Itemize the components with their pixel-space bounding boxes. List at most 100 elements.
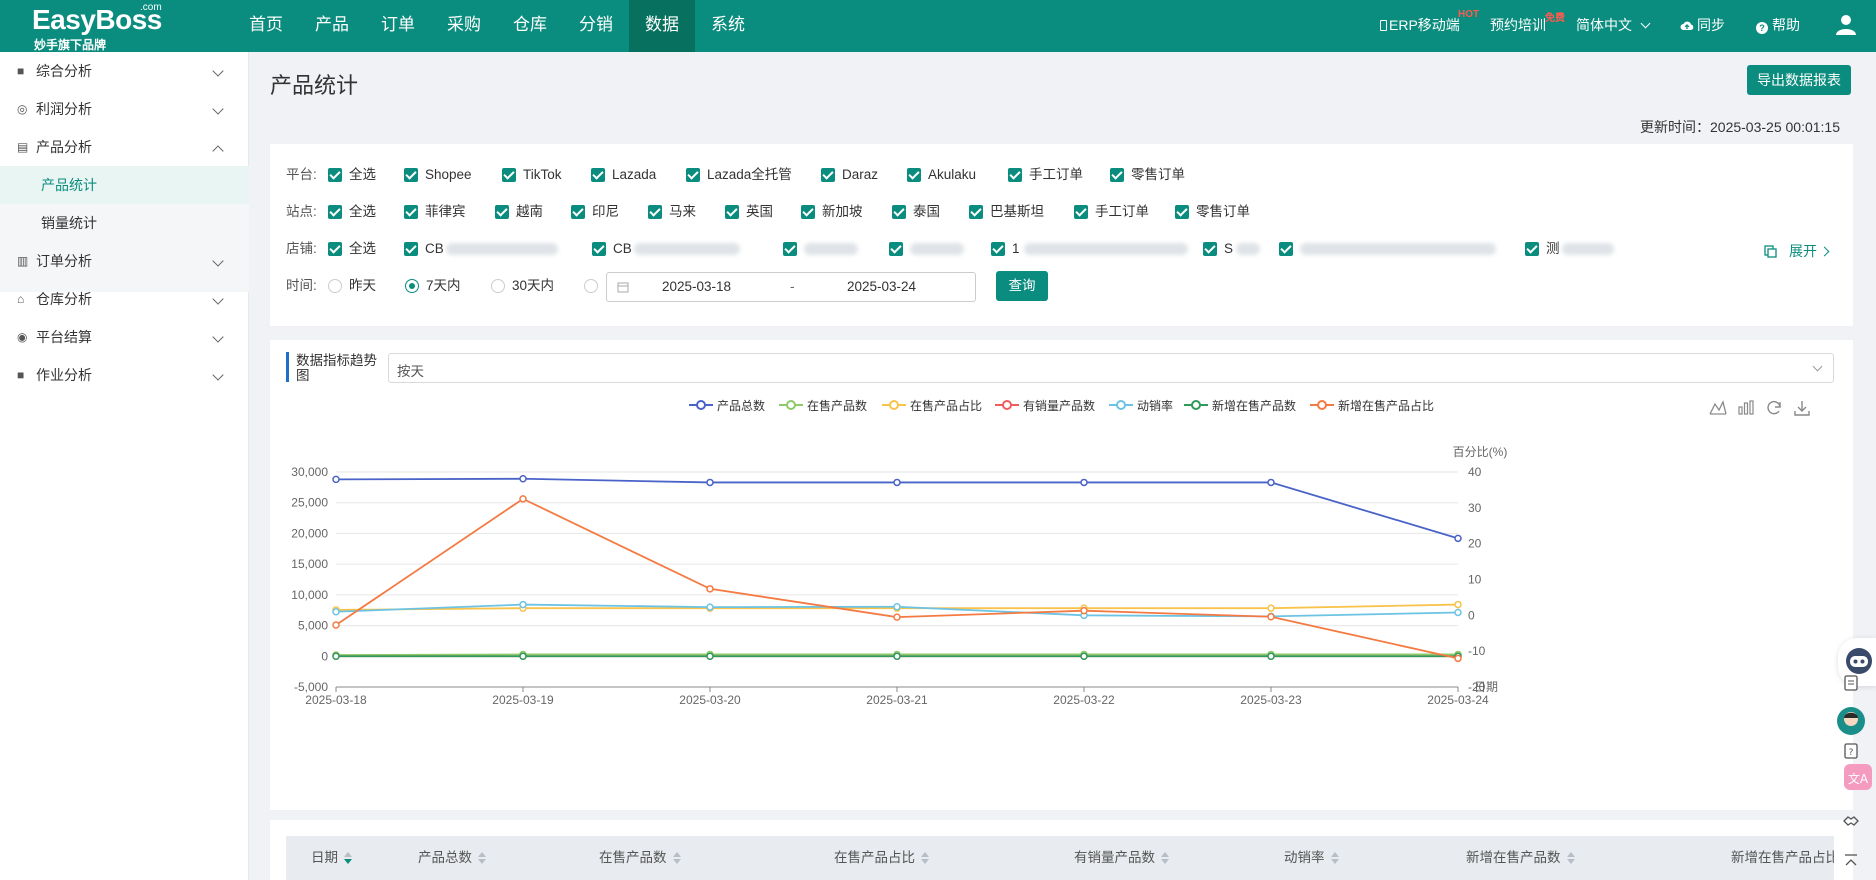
store-checkbox[interactable] xyxy=(889,242,903,256)
platform-checkbox-lazada-full[interactable] xyxy=(686,168,700,182)
store-checkbox-all[interactable] xyxy=(328,242,342,256)
note-icon[interactable] xyxy=(1842,674,1860,692)
column-header-onsale-ratio[interactable]: 在售产品占比 xyxy=(834,846,929,866)
store-checkbox[interactable] xyxy=(783,242,797,256)
store-checkbox[interactable] xyxy=(991,242,1005,256)
sort-icon[interactable] xyxy=(1161,852,1169,865)
customer-service-avatar-icon[interactable] xyxy=(1836,706,1866,736)
site-checkbox-manual[interactable] xyxy=(1074,205,1088,219)
nav-order[interactable]: 订单 xyxy=(365,0,431,52)
date-range-picker[interactable]: 2025-03-18 - 2025-03-24 xyxy=(606,272,976,302)
column-header-label: 新增在售产品数 xyxy=(1466,850,1561,865)
store-checkbox[interactable] xyxy=(592,242,606,256)
column-header-sell-through[interactable]: 动销率 xyxy=(1284,846,1339,866)
column-header-total[interactable]: 产品总数 xyxy=(418,846,486,866)
sidebar-item-profit[interactable]: ◎ 利润分析 xyxy=(0,90,249,128)
export-report-button[interactable]: 导出数据报表 xyxy=(1747,65,1851,95)
nav-warehouse[interactable]: 仓库 xyxy=(497,0,563,52)
column-header-new-onsale[interactable]: 新增在售产品数 xyxy=(1466,846,1575,866)
site-checkbox-my[interactable] xyxy=(648,205,662,219)
y-tick-label: 25,000 xyxy=(291,496,328,510)
sidebar-item-warehouse[interactable]: ⌂ 仓库分析 xyxy=(0,280,249,318)
column-header-date[interactable]: 日期 xyxy=(311,846,352,866)
store-checkbox[interactable] xyxy=(1279,242,1293,256)
platform-checkbox-shopee[interactable] xyxy=(404,168,418,182)
translate-icon[interactable]: 文A xyxy=(1842,760,1876,794)
site-checkbox-retail[interactable] xyxy=(1175,205,1189,219)
platform-checkbox-all[interactable] xyxy=(328,168,342,182)
nav-system[interactable]: 系统 xyxy=(695,0,761,52)
download-icon[interactable] xyxy=(1792,398,1812,418)
store-checkbox[interactable] xyxy=(1203,242,1217,256)
nav-product[interactable]: 产品 xyxy=(299,0,365,52)
time-radio-custom[interactable] xyxy=(584,279,598,293)
sidebar-item-operation[interactable]: ■ 作业分析 xyxy=(0,356,249,394)
language-select[interactable]: 简体中文 xyxy=(1576,15,1651,35)
refresh-icon[interactable] xyxy=(1764,398,1784,418)
y-tick-label: 0 xyxy=(321,649,328,663)
site-checkbox-vn[interactable] xyxy=(495,205,509,219)
site-option-label: 手工订单 xyxy=(1095,204,1149,219)
y2-tick-label: -10 xyxy=(1468,644,1486,658)
nav-data[interactable]: 数据 xyxy=(629,0,695,52)
column-header-with-sales[interactable]: 有销量产品数 xyxy=(1074,846,1169,866)
sort-icon[interactable] xyxy=(921,852,929,865)
help-button[interactable]: ? 帮助 xyxy=(1756,15,1800,35)
sync-button[interactable]: 同步 xyxy=(1680,15,1725,35)
erp-mobile-link[interactable]: ERP移动端 xyxy=(1380,15,1460,35)
column-header-label: 动销率 xyxy=(1284,850,1325,865)
date-end[interactable]: 2025-03-24 xyxy=(847,279,916,294)
user-avatar-icon[interactable] xyxy=(1835,13,1857,35)
nav-home[interactable]: 首页 xyxy=(233,0,299,52)
date-start[interactable]: 2025-03-18 xyxy=(662,279,731,294)
x-tick-label: 2025-03-18 xyxy=(305,693,367,707)
platform-checkbox-lazada[interactable] xyxy=(591,168,605,182)
sort-icon[interactable] xyxy=(1566,852,1575,865)
time-radio-yesterday[interactable] xyxy=(328,279,342,293)
question-doc-icon[interactable]: ? xyxy=(1842,742,1860,760)
sidebar-item-settlement[interactable]: ◉ 平台结算 xyxy=(0,318,249,356)
platform-checkbox-tiktok[interactable] xyxy=(502,168,516,182)
easyboss-logo[interactable]: EasyBoss .com 妙手旗下品牌 xyxy=(32,2,182,52)
site-checkbox-all[interactable] xyxy=(328,205,342,219)
sidebar-item-overview[interactable]: ■ 综合分析 xyxy=(0,52,249,90)
store-checkbox[interactable] xyxy=(404,242,418,256)
y-tick-label: -5,000 xyxy=(294,680,328,694)
line-chart-icon[interactable] xyxy=(1708,398,1728,418)
sort-icon[interactable] xyxy=(478,852,486,865)
sidebar-subitem-sales-stats[interactable]: 销量统计 xyxy=(0,204,249,242)
platform-checkbox-daraz[interactable] xyxy=(821,168,835,182)
sidebar-item-product[interactable]: ▤ 产品分析 xyxy=(0,128,249,166)
training-link[interactable]: 预约培训 xyxy=(1490,15,1546,35)
sidebar-item-order[interactable]: ▥ 订单分析 xyxy=(0,242,249,280)
site-checkbox-id[interactable] xyxy=(571,205,585,219)
site-checkbox-uk[interactable] xyxy=(725,205,739,219)
sort-icon[interactable] xyxy=(672,852,681,865)
bar-chart-icon[interactable] xyxy=(1736,398,1756,418)
column-header-onsale[interactable]: 在售产品数 xyxy=(599,846,681,866)
site-checkbox-th[interactable] xyxy=(892,205,906,219)
sort-icon[interactable] xyxy=(344,852,352,865)
column-header-new-onsale-ratio[interactable]: 新增在售产品占比 xyxy=(1731,846,1834,866)
platform-checkbox-akulaku[interactable] xyxy=(907,168,921,182)
site-checkbox-pk[interactable] xyxy=(969,205,983,219)
sort-icon[interactable] xyxy=(1330,852,1339,865)
platform-checkbox-manual[interactable] xyxy=(1008,168,1022,182)
hot-tag: HOT xyxy=(1458,9,1480,20)
expand-stores-button[interactable]: 展开 xyxy=(1764,241,1830,261)
granularity-select[interactable]: 按天 xyxy=(388,353,1834,383)
time-radio-7days[interactable] xyxy=(405,279,419,293)
platform-checkbox-retail[interactable] xyxy=(1110,168,1124,182)
time-radio-30days[interactable] xyxy=(491,279,505,293)
handshake-icon[interactable] xyxy=(1842,812,1860,830)
site-checkbox-sg[interactable] xyxy=(801,205,815,219)
sidebar-item-label: 作业分析 xyxy=(36,367,92,383)
back-to-top-icon[interactable] xyxy=(1842,852,1860,870)
store-checkbox[interactable] xyxy=(1525,242,1539,256)
nav-purchase[interactable]: 采购 xyxy=(431,0,497,52)
y2-axis-label: 百分比(%) xyxy=(1453,445,1508,459)
sidebar-subitem-product-stats[interactable]: 产品统计 xyxy=(0,166,249,204)
nav-distribution[interactable]: 分销 xyxy=(563,0,629,52)
query-button[interactable]: 查询 xyxy=(996,271,1048,301)
site-checkbox-ph[interactable] xyxy=(404,205,418,219)
